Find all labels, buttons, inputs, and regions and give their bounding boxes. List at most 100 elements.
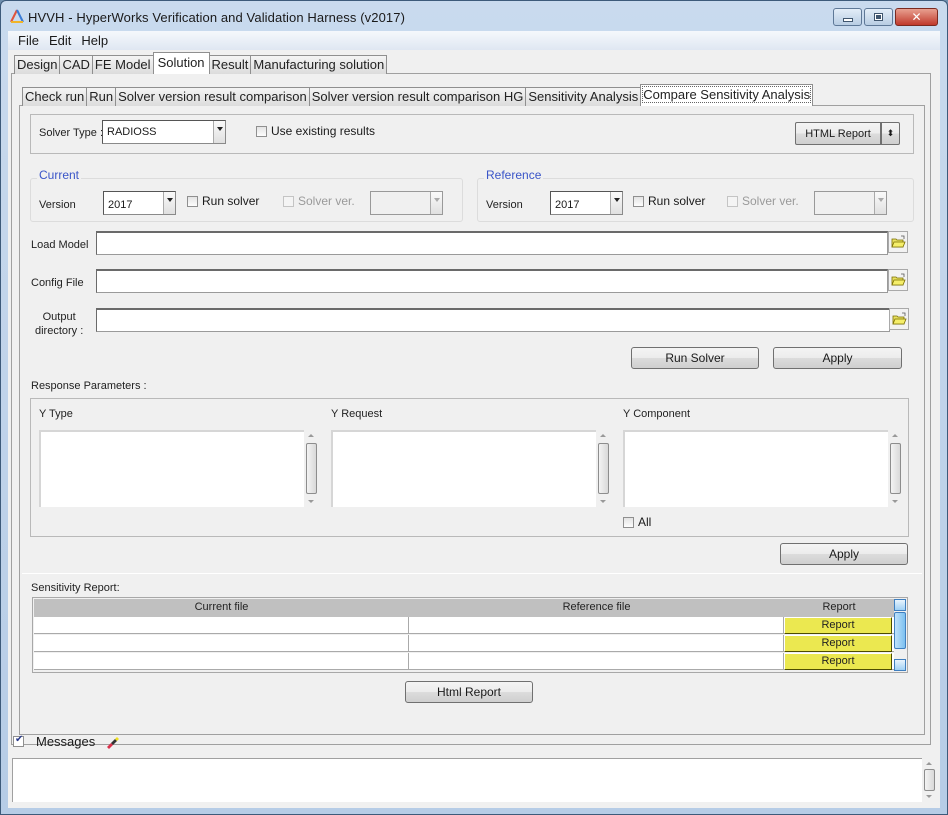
messages-output-area[interactable] bbox=[12, 758, 922, 802]
output-directory-label-line1: Output bbox=[42, 311, 76, 323]
scroll-down-button[interactable] bbox=[894, 659, 906, 671]
checkbox-icon bbox=[283, 195, 294, 207]
tab-label: Solver version result comparison HG bbox=[311, 89, 524, 104]
menu-edit[interactable]: Edit bbox=[44, 33, 76, 48]
reference-version-dropdown[interactable]: 2017 bbox=[550, 191, 623, 215]
messages-scrollbar[interactable] bbox=[923, 758, 935, 802]
tab-run[interactable]: Run bbox=[86, 87, 117, 106]
reference-solver-ver-dropdown[interactable] bbox=[814, 191, 887, 215]
eraser-icon[interactable] bbox=[105, 735, 120, 749]
scroll-thumb[interactable] bbox=[598, 443, 609, 494]
main-tab-bar: Design CAD FE Model Solution Result Manu… bbox=[14, 51, 388, 74]
scroll-thumb[interactable] bbox=[894, 612, 906, 649]
tab-sensitivity-analysis[interactable]: Sensitivity Analysis bbox=[525, 87, 642, 106]
config-file-label: Config File bbox=[31, 277, 84, 289]
report-button[interactable]: Report bbox=[784, 635, 892, 652]
y-component-label: Y Component bbox=[623, 408, 691, 420]
reference-run-solver-checkbox[interactable]: Run solver bbox=[633, 194, 705, 208]
chevron-down-icon bbox=[163, 192, 175, 214]
output-directory-label-line2: directory : bbox=[35, 325, 84, 337]
minimize-button[interactable] bbox=[833, 8, 862, 26]
tab-manufacturing-solution[interactable]: Manufacturing solution bbox=[250, 55, 388, 74]
report-format-spinner[interactable]: ⬍ bbox=[881, 122, 900, 145]
y-request-list[interactable] bbox=[331, 430, 596, 507]
run-solver-button[interactable]: Run Solver bbox=[631, 347, 759, 369]
app-window: HVVH - HyperWorks Verification and Valid… bbox=[0, 0, 948, 815]
tab-solver-version-result-comparison-hg[interactable]: Solver version result comparison HG bbox=[308, 87, 527, 106]
reference-file-cell[interactable] bbox=[409, 617, 784, 633]
tab-solution[interactable]: Solution bbox=[152, 52, 210, 74]
maximize-button[interactable] bbox=[864, 8, 893, 26]
report-button[interactable]: Report bbox=[784, 617, 892, 634]
tab-result[interactable]: Result bbox=[208, 55, 252, 74]
y-component-scrollbar[interactable] bbox=[889, 430, 901, 507]
sensitivity-report-label: Sensitivity Report: bbox=[31, 582, 120, 594]
close-icon: ✕ bbox=[911, 10, 922, 24]
up-down-arrows-icon: ⬍ bbox=[886, 128, 895, 138]
current-solver-ver-checkbox[interactable]: Solver ver. bbox=[283, 194, 355, 208]
menu-help[interactable]: Help bbox=[76, 33, 113, 48]
html-report-button[interactable]: Html Report bbox=[405, 681, 533, 703]
scroll-up-button[interactable] bbox=[894, 599, 906, 611]
column-header-report[interactable]: Report bbox=[784, 601, 894, 613]
y-type-list[interactable] bbox=[39, 430, 304, 507]
y-component-list[interactable] bbox=[623, 430, 888, 507]
tab-check-run[interactable]: Check run bbox=[22, 87, 88, 106]
current-file-cell[interactable] bbox=[34, 617, 409, 633]
title-bar[interactable]: HVVH - HyperWorks Verification and Valid… bbox=[1, 1, 947, 31]
current-file-cell[interactable] bbox=[34, 635, 409, 651]
current-run-solver-checkbox[interactable]: Run solver bbox=[187, 194, 259, 208]
chevron-down-icon bbox=[430, 192, 442, 214]
current-group-title: Current bbox=[37, 168, 82, 182]
y-request-scrollbar[interactable] bbox=[597, 430, 609, 507]
section-divider bbox=[22, 573, 922, 574]
html-report-format-button[interactable]: HTML Report bbox=[795, 122, 881, 145]
load-model-browse-button[interactable] bbox=[888, 231, 908, 253]
current-file-cell[interactable] bbox=[34, 653, 409, 669]
reference-file-cell[interactable] bbox=[409, 635, 784, 651]
use-existing-results-checkbox[interactable]: Use existing results bbox=[256, 124, 375, 138]
scroll-thumb[interactable] bbox=[924, 769, 935, 791]
column-header-reference-file[interactable]: Reference file bbox=[409, 601, 784, 613]
scroll-up-icon bbox=[892, 434, 898, 437]
output-directory-browse-button[interactable] bbox=[889, 308, 909, 330]
reference-file-cell[interactable] bbox=[409, 653, 784, 669]
output-directory-input[interactable] bbox=[96, 308, 890, 332]
load-model-input[interactable] bbox=[96, 231, 888, 255]
table-row[interactable]: Report bbox=[34, 653, 894, 670]
scroll-thumb[interactable] bbox=[890, 443, 901, 494]
config-file-browse-button[interactable] bbox=[888, 269, 908, 291]
scroll-thumb[interactable] bbox=[306, 443, 317, 494]
table-row[interactable]: Report bbox=[34, 635, 894, 652]
checkbox-icon bbox=[727, 195, 738, 207]
y-type-scrollbar[interactable] bbox=[305, 430, 317, 507]
table-scrollbar[interactable] bbox=[894, 599, 906, 671]
reference-solver-ver-checkbox[interactable]: Solver ver. bbox=[727, 194, 799, 208]
menu-file[interactable]: File bbox=[13, 33, 44, 48]
current-solver-ver-dropdown[interactable] bbox=[370, 191, 443, 215]
close-button[interactable]: ✕ bbox=[895, 8, 938, 26]
messages-toggle-checkbox[interactable]: ✔ Messages bbox=[13, 734, 120, 749]
solver-type-dropdown[interactable]: RADIOSS bbox=[102, 120, 226, 144]
response-apply-button[interactable]: Apply bbox=[780, 543, 908, 565]
tab-fe-model[interactable]: FE Model bbox=[91, 55, 154, 74]
scroll-up-icon bbox=[308, 434, 314, 437]
apply-button[interactable]: Apply bbox=[773, 347, 902, 369]
tab-compare-sensitivity-analysis[interactable]: Compare Sensitivity Analysis bbox=[640, 84, 814, 106]
table-row[interactable]: Report bbox=[34, 617, 894, 634]
load-model-label: Load Model bbox=[31, 239, 89, 251]
column-header-current-file[interactable]: Current file bbox=[34, 601, 409, 613]
tab-cad[interactable]: CAD bbox=[59, 55, 93, 74]
config-file-input[interactable] bbox=[96, 269, 888, 293]
app-logo-icon bbox=[10, 9, 24, 23]
menu-bar: File Edit Help bbox=[8, 31, 940, 50]
tab-solver-version-result-comparison[interactable]: Solver version result comparison bbox=[115, 87, 310, 106]
tab-design[interactable]: Design bbox=[14, 55, 61, 74]
checkbox-icon bbox=[623, 516, 634, 528]
current-version-dropdown[interactable]: 2017 bbox=[103, 191, 176, 215]
sub-tab-bar: Check run Run Solver version result comp… bbox=[22, 83, 814, 106]
y-component-all-checkbox[interactable]: All bbox=[623, 515, 651, 529]
open-folder-icon bbox=[892, 312, 907, 325]
maximize-icon bbox=[874, 13, 883, 21]
report-button[interactable]: Report bbox=[784, 653, 892, 670]
